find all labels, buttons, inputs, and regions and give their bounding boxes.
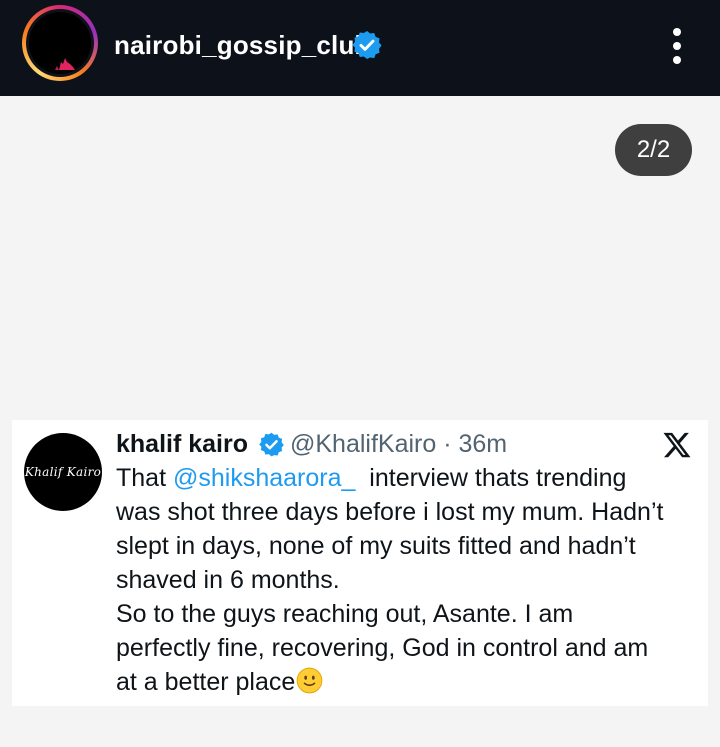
- tweet-text: That @shikshaarora_ interview thats tren…: [116, 461, 696, 699]
- account-username[interactable]: nairobi_gossip_club: [114, 30, 371, 61]
- tweet-line: perfectly fine, recovering, God in contr…: [116, 634, 649, 662]
- skyline-logo-icon: [29, 12, 91, 74]
- profile-avatar-ring[interactable]: [22, 5, 98, 81]
- post-header: nairobi_gossip_club: [0, 0, 720, 96]
- slightly-smiling-face-icon: [296, 667, 323, 694]
- tweet-author-name: khalif kairo: [116, 430, 248, 458]
- tweet-line: at a better place: [116, 665, 696, 699]
- profile-avatar: [29, 12, 91, 74]
- verified-badge-icon: [352, 31, 382, 59]
- verified-badge-icon: [259, 432, 284, 457]
- tweet-author-handle: @KhalifKairo: [290, 430, 437, 458]
- tweet-author-avatar: Khalif Kairo: [24, 433, 102, 511]
- tweet-line: was shot three days before i lost my mum…: [116, 498, 664, 526]
- meta-separator: ·: [436, 430, 459, 458]
- tweet-line: slept in days, none of my suits fitted a…: [116, 532, 636, 560]
- tweet-line: shaved in 6 months.: [116, 566, 340, 594]
- more-options-icon[interactable]: [662, 24, 692, 68]
- tweet-time: 36m: [458, 430, 508, 458]
- tweet-line: So to the guys reaching out, Asante. I a…: [116, 600, 574, 628]
- x-logo-icon[interactable]: [662, 430, 692, 460]
- tweet-card: Khalif Kairo khalif kairo @KhalifKairo ·…: [12, 420, 708, 706]
- tweet-meta: @KhalifKairo · 36m: [290, 430, 507, 459]
- slide-counter: 2/2: [615, 124, 692, 176]
- mention-link[interactable]: @shikshaarora_: [173, 464, 355, 492]
- tweet-line: That @shikshaarora_ interview thats tren…: [116, 464, 627, 492]
